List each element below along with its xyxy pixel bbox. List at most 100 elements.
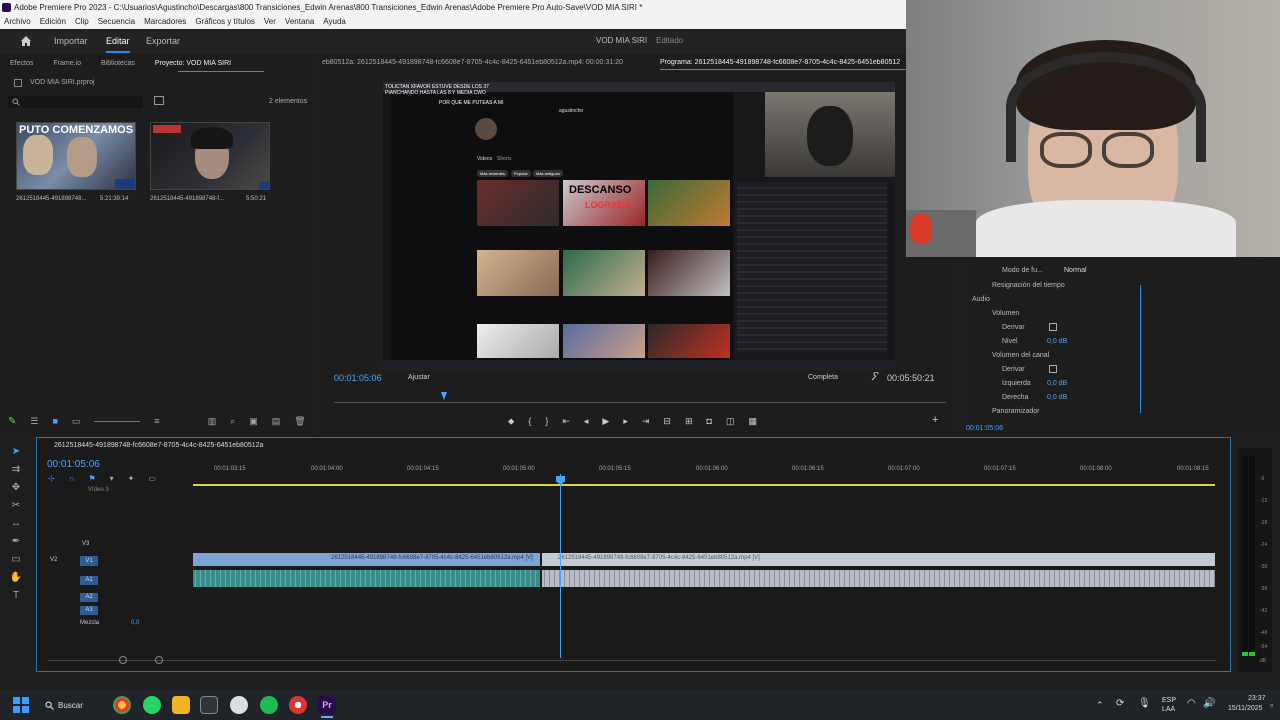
menu-marcadores[interactable]: Marcadores [144, 15, 186, 29]
lang-top[interactable]: ESP [1162, 697, 1176, 704]
source-tab[interactable]: eb80512a: 2612518445-491898748-fc6608e7-… [322, 59, 642, 66]
list-view-icon[interactable]: ☰ [30, 416, 38, 427]
fx-left-value[interactable]: 0,0 dB [1047, 380, 1067, 387]
tab-proyecto[interactable]: Proyecto: VOD MIA SIRI [145, 60, 241, 67]
chrome-icon[interactable] [113, 696, 131, 714]
track-a2-toggle[interactable]: A2 [80, 593, 98, 602]
track-a1-toggle[interactable]: A1 [80, 576, 98, 585]
lang-bottom[interactable]: LAA [1162, 706, 1175, 713]
tray-chevron-icon[interactable]: ⌃ [1096, 700, 1104, 711]
tab-frameio[interactable]: Frame.io [43, 60, 91, 67]
taskbar-search[interactable]: Buscar [45, 696, 103, 714]
rectangle-tool-icon[interactable]: ▭ [8, 554, 24, 568]
video-clip-b[interactable]: 2612518445-491898748-fc6608e7-8705-4c4c-… [542, 553, 1215, 566]
scroll-handle-left[interactable] [119, 656, 127, 664]
work-area-bar[interactable] [193, 484, 1215, 486]
project-item-thumb-1[interactable]: PUTO COMENZAMOS [16, 122, 136, 190]
new-item-button[interactable]: ▤ [272, 416, 281, 427]
fx-blend-dropdown[interactable]: Normal [1064, 267, 1087, 274]
settings-icon[interactable]: ▦ [748, 416, 757, 427]
clock-date[interactable]: 15/11/2025 [1228, 705, 1263, 712]
spotify-icon[interactable] [260, 696, 278, 714]
trash-icon[interactable]: 🗑 [294, 416, 305, 427]
audio-clip-b[interactable] [542, 570, 1215, 587]
go-to-in-icon[interactable]: ⇤ [562, 416, 570, 427]
fx-time-remap[interactable]: Resignación del tiempo [992, 282, 1065, 289]
menu-edicion[interactable]: Edición [40, 15, 66, 29]
menu-ayuda[interactable]: Ayuda [323, 15, 346, 29]
menu-ver[interactable]: Ver [264, 15, 276, 29]
program-tab[interactable]: Programa: 2612518445-491898748-fc6608e7-… [660, 59, 910, 66]
play-icon[interactable]: ▶ [602, 416, 609, 427]
volume-icon[interactable]: 🔊 [1203, 698, 1215, 709]
quality-dropdown[interactable]: Completa [808, 374, 838, 381]
new-bin-button[interactable]: ▣ [249, 416, 258, 427]
add-button-icon[interactable]: + [932, 414, 938, 426]
track-v3-label[interactable]: V3 [82, 541, 89, 547]
bypass-checkbox-2[interactable] [1049, 365, 1057, 373]
add-marker-icon[interactable]: ⬥ [508, 416, 514, 427]
sort-icon[interactable]: ≡ [154, 416, 159, 426]
find-icon[interactable]: ⌕ [230, 416, 235, 427]
fx-volume[interactable]: Volumen [992, 310, 1019, 317]
fit-dropdown[interactable]: Ajustar [408, 374, 430, 381]
linked-selection-icon[interactable]: ∩ [69, 474, 75, 484]
notification-icon[interactable]: ▫ [1270, 700, 1273, 710]
fx-level-value[interactable]: 0,0 dB [1047, 338, 1067, 345]
comparison-view-icon[interactable]: ◫ [726, 416, 735, 427]
wrench-icon[interactable]: ✦ [128, 474, 135, 484]
wifi-icon[interactable]: ◠ [1187, 698, 1196, 709]
mix-value[interactable]: 0,0 [131, 620, 139, 626]
whatsapp-icon[interactable] [143, 696, 161, 714]
file-explorer-icon[interactable] [172, 696, 190, 714]
menu-clip[interactable]: Clip [75, 15, 89, 29]
slip-tool-icon[interactable]: ↔ [8, 518, 24, 532]
icon-view-icon[interactable]: ■ [52, 416, 57, 426]
mode-exportar[interactable]: Exportar [146, 36, 180, 46]
menu-secuencia[interactable]: Secuencia [98, 15, 135, 29]
track-v2-label[interactable]: V2 [50, 557, 57, 563]
sequence-tab[interactable]: 2612518445-491898748-fc6608e7-8705-4c4c-… [54, 442, 263, 449]
fx-panner[interactable]: Panoramizador [992, 408, 1039, 415]
obs-icon[interactable] [289, 696, 307, 714]
mark-in-icon[interactable]: { [528, 416, 531, 426]
freeform-view-icon[interactable]: ▭ [72, 416, 81, 427]
type-tool-icon[interactable]: T [8, 590, 24, 604]
track-a3-toggle[interactable]: A3 [80, 606, 98, 615]
menu-ventana[interactable]: Ventana [285, 15, 314, 29]
fx-timecode[interactable]: 00:01:05:06 [966, 425, 1003, 432]
mark-out-icon[interactable]: } [545, 416, 548, 426]
zoom-slider[interactable] [94, 420, 141, 422]
scroll-handle-right[interactable] [155, 656, 163, 664]
ripple-edit-tool-icon[interactable]: ✥ [8, 482, 24, 496]
snap-icon[interactable]: ⊹ [48, 474, 55, 484]
tray-sync-icon[interactable]: ⟳ [1116, 698, 1124, 709]
premiere-taskbar-icon[interactable]: Pr [318, 696, 336, 714]
track-select-tool-icon[interactable]: ⇉ [8, 464, 24, 478]
menu-archivo[interactable]: Archivo [4, 15, 31, 29]
timeline-timecode[interactable]: 00:01:05:06 [47, 459, 100, 470]
go-to-out-icon[interactable]: ⇥ [642, 416, 650, 427]
bypass-checkbox[interactable] [1049, 323, 1057, 331]
home-icon[interactable] [20, 35, 32, 47]
export-frame-icon[interactable]: ◘ [707, 416, 712, 426]
new-bin-icon[interactable] [154, 96, 164, 105]
timeline-scrollbar[interactable] [48, 660, 1216, 661]
project-item-thumb-2[interactable] [150, 122, 270, 190]
tray-mic-icon[interactable]: 🎙 [1138, 698, 1151, 709]
step-forward-icon[interactable]: ▸ [623, 416, 628, 427]
tab-efectos[interactable]: Efectos [0, 60, 43, 67]
track-v1-toggle[interactable]: V1 [80, 556, 98, 566]
captions-icon[interactable]: ▭ [148, 474, 156, 484]
selection-tool-icon[interactable]: ➤ [8, 446, 24, 460]
pen-tool-icon[interactable]: ✒ [8, 536, 24, 550]
video-clip-a[interactable]: 2612518445-491898748-fc6608e7-8705-4c4c-… [193, 553, 540, 566]
fx-right-value[interactable]: 0,0 dB [1047, 394, 1067, 401]
windows-start-icon[interactable] [13, 697, 29, 713]
tab-bibliotecas[interactable]: Bibliotecas [91, 60, 145, 67]
chatgpt-icon[interactable] [230, 696, 248, 714]
playhead-marker[interactable] [441, 392, 447, 400]
program-scrubber[interactable] [334, 402, 946, 403]
clock-time[interactable]: 23:37 [1248, 695, 1266, 702]
wrench-icon[interactable] [870, 372, 880, 382]
